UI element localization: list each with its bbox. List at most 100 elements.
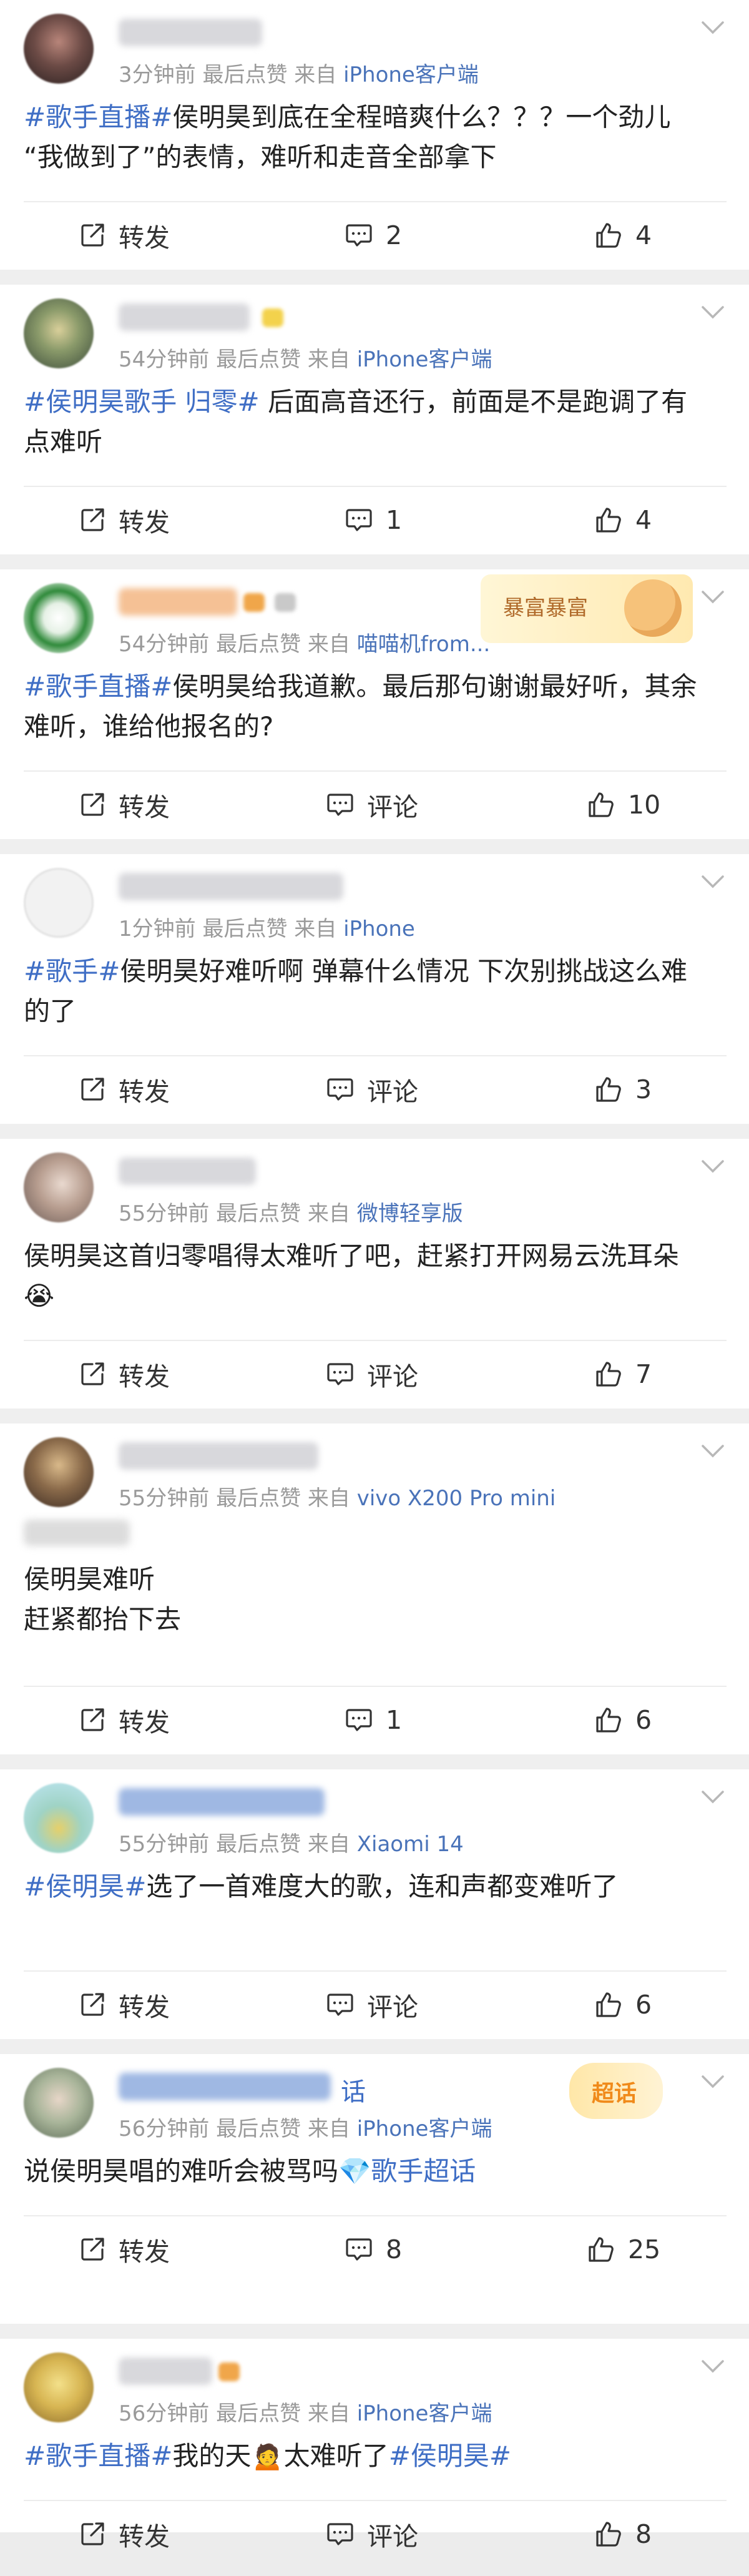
cat-sticker-icon	[624, 579, 682, 637]
hashtag-link[interactable]: #歌手直播#	[24, 102, 172, 132]
hashtag-link[interactable]: #歌手#	[24, 956, 120, 986]
repost-label: 转发	[119, 792, 170, 822]
comment-label: 评论	[367, 1992, 418, 2022]
like-count: 8	[635, 2519, 652, 2549]
like-button[interactable]: 6	[594, 1977, 652, 2033]
like-icon	[596, 508, 621, 533]
username-suffix[interactable]: 话	[341, 2072, 366, 2108]
repost-button[interactable]: 转发	[79, 2221, 170, 2278]
decoration-text: 暴富暴富	[503, 596, 588, 621]
repost-button[interactable]: 转发	[79, 777, 170, 833]
like-button[interactable]: 6	[594, 1692, 652, 1748]
avatar[interactable]	[24, 583, 94, 653]
avatar[interactable]	[24, 868, 94, 938]
comment-button[interactable]: 2	[345, 207, 402, 263]
chevron-down-icon[interactable]	[698, 1155, 728, 1177]
repost-button[interactable]: 转发	[79, 492, 170, 548]
username-blurred[interactable]	[119, 2073, 331, 2100]
avatar[interactable]	[24, 1783, 94, 1853]
chevron-down-icon[interactable]	[698, 16, 728, 39]
repost-button[interactable]: 转发	[79, 1061, 170, 1118]
like-icon	[589, 2237, 614, 2262]
comment-button[interactable]: 评论	[326, 1061, 418, 1118]
comment-button[interactable]: 1	[345, 492, 402, 548]
avatar[interactable]	[24, 14, 94, 84]
comment-label: 评论	[367, 792, 418, 822]
avatar[interactable]	[24, 1437, 94, 1507]
like-icon	[596, 2522, 621, 2547]
hashtag-link[interactable]: #侯明昊歌手 归零#	[24, 386, 260, 417]
supertopic-badge-text: 超话	[592, 2081, 637, 2107]
avatar[interactable]	[24, 1153, 94, 1222]
username-blurred[interactable]	[119, 873, 343, 900]
hashtag-link[interactable]: #歌手直播#	[24, 2441, 172, 2471]
content-text: 侯明昊难听 赶紧都抬下去	[24, 1564, 182, 1635]
like-count: 6	[635, 1705, 652, 1735]
like-button[interactable]: 10	[587, 777, 660, 833]
post-meta: 55分钟前 最后点赞 来自 vivo X200 Pro mini	[119, 1486, 556, 1511]
like-count: 4	[635, 220, 652, 250]
post-meta: 1分钟前 最后点赞 来自 iPhone	[119, 917, 415, 941]
comment-button[interactable]: 8	[345, 2221, 402, 2278]
username-blurred[interactable]	[119, 1788, 325, 1816]
repost-icon	[81, 793, 104, 816]
chevron-down-icon[interactable]	[698, 1440, 728, 1462]
username-blurred[interactable]	[119, 19, 262, 46]
username-blurred[interactable]	[119, 1158, 256, 1185]
avatar[interactable]	[24, 298, 94, 368]
hashtag-link[interactable]: #侯明昊#	[389, 2441, 511, 2471]
comment-button[interactable]: 评论	[326, 1346, 418, 1402]
repost-icon	[81, 1708, 104, 1731]
comment-icon	[346, 2238, 372, 2261]
post-meta: 55分钟前 最后点赞 来自 Xiaomi 14	[119, 1832, 464, 1857]
hashtag-link[interactable]: #侯明昊#	[24, 1871, 146, 1902]
repost-label: 转发	[119, 1077, 170, 1107]
username-blurred[interactable]	[119, 2357, 212, 2385]
like-button[interactable]: 25	[587, 2221, 660, 2278]
avatar[interactable]	[24, 2352, 94, 2422]
comment-icon	[327, 1363, 353, 1385]
comment-button[interactable]: 评论	[326, 2506, 418, 2562]
comment-post: 暴富暴富 54分钟前 最后点赞 来自 喵喵机from... #歌手直播#侯明昊给…	[0, 569, 749, 839]
chevron-down-icon[interactable]	[698, 1786, 728, 1808]
content-text: 选了一首难度大的歌，连和声都变难听了	[146, 1871, 619, 1902]
chevron-down-icon[interactable]	[698, 301, 728, 323]
repost-button[interactable]: 转发	[79, 1346, 170, 1402]
chevron-down-icon[interactable]	[698, 2355, 728, 2377]
repost-button[interactable]: 转发	[79, 207, 170, 263]
comment-count: 1	[386, 1705, 403, 1735]
username-blurred[interactable]	[119, 303, 250, 331]
comment-count: 8	[386, 2234, 403, 2264]
content-text: 说侯明昊唱的难听会被骂吗	[24, 2156, 339, 2186]
comment-button[interactable]: 1	[345, 1692, 402, 1748]
chevron-down-icon[interactable]	[698, 586, 728, 608]
like-button[interactable]: 7	[594, 1346, 652, 1402]
comment-post: 54分钟前 最后点赞 来自 iPhone客户端 #侯明昊歌手 归零# 后面高音还…	[0, 285, 749, 554]
like-button[interactable]: 3	[594, 1061, 652, 1118]
repost-button[interactable]: 转发	[79, 1692, 170, 1748]
like-count: 7	[635, 1359, 652, 1389]
content-text: 侯明昊好难听啊 弹幕什么情况 下次别挑战这么难 的了	[24, 956, 688, 1026]
comment-post: 56分钟前 最后点赞 来自 iPhone客户端 #歌手直播#我的天🙍太难听了#侯…	[0, 2339, 749, 2552]
comment-button[interactable]: 评论	[326, 1977, 418, 2033]
like-button[interactable]: 4	[594, 207, 652, 263]
reply-quote-blurred	[24, 1520, 130, 1546]
avatar[interactable]	[24, 2068, 94, 2138]
chevron-down-icon[interactable]	[698, 870, 728, 893]
username-blurred[interactable]	[119, 588, 237, 616]
post-meta: 56分钟前 最后点赞 来自 iPhone客户端	[119, 2116, 492, 2141]
comment-icon	[327, 1993, 353, 2016]
supertopic-badge: 超话	[569, 2063, 663, 2119]
username-blurred[interactable]	[119, 1442, 318, 1470]
chevron-down-icon[interactable]	[698, 2070, 728, 2093]
like-button[interactable]: 4	[594, 492, 652, 548]
like-count: 3	[635, 1074, 652, 1104]
repost-button[interactable]: 转发	[79, 1977, 170, 2033]
post-content: 说侯明昊唱的难听会被骂吗💎歌手超话	[24, 2151, 712, 2191]
post-content: #歌手直播#侯明昊给我道歉。最后那句谢谢最好听，其余 难听，谁给他报名的?	[24, 667, 712, 747]
comment-button[interactable]: 评论	[326, 777, 418, 833]
like-button[interactable]: 8	[594, 2506, 652, 2562]
repost-button[interactable]: 转发	[79, 2506, 170, 2562]
hashtag-link[interactable]: #歌手直播#	[24, 671, 172, 702]
hashtag-link[interactable]: 💎歌手超话	[338, 2156, 476, 2186]
